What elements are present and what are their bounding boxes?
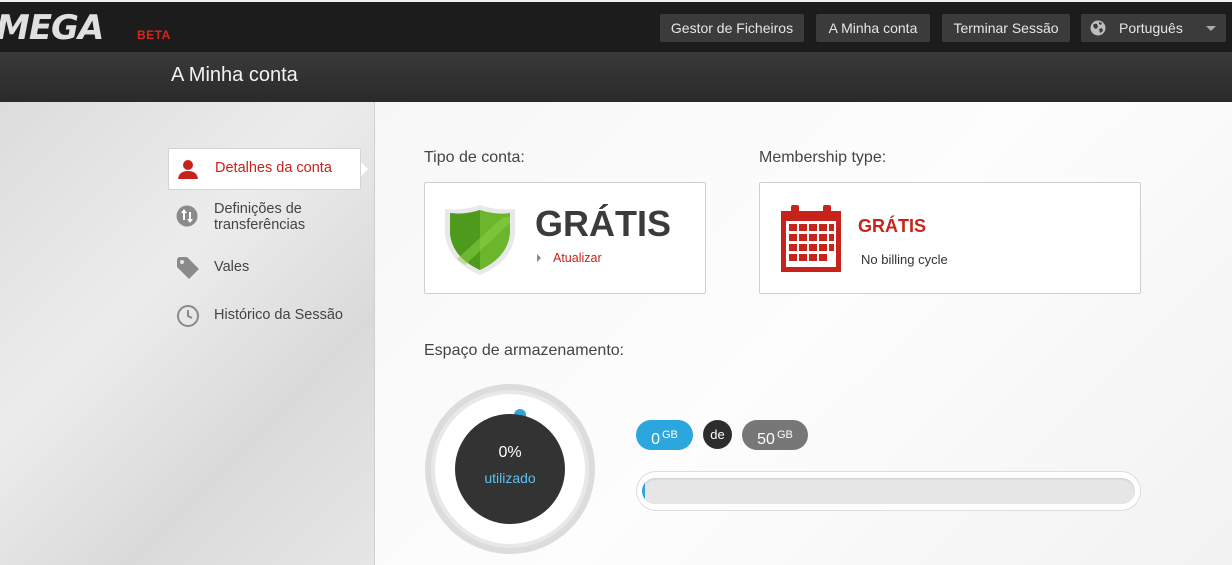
membership-type-card: GRÁTIS No billing cycle <box>759 182 1141 294</box>
clock-icon <box>177 305 199 327</box>
globe-icon <box>1090 20 1106 36</box>
account-sidebar: Detalhes da conta Definições de transfer… <box>0 102 375 565</box>
account-type-value: GRÁTIS <box>535 203 672 244</box>
total-space-value: 50 <box>757 431 775 448</box>
account-type-card: GRÁTIS Atualizar <box>424 182 706 294</box>
total-space-unit: GB <box>776 429 793 441</box>
chevron-down-icon <box>1206 26 1216 31</box>
tag-icon <box>177 257 199 279</box>
beta-badge: BETA <box>137 28 171 42</box>
progress-fill <box>642 478 645 504</box>
sidebar-item-label: Histórico da Sessão <box>214 307 343 323</box>
sidebar-item-vouchers[interactable]: Vales <box>168 256 359 280</box>
top-navigation-bar: MEGA BETA Gestor de Ficheiros A Minha co… <box>0 0 1232 52</box>
sidebar-item-label: Vales <box>214 259 250 275</box>
page-title: A Minha conta <box>171 64 298 86</box>
sidebar-item-transfer-settings[interactable]: Definições de transferências <box>168 200 359 240</box>
storage-used-caption: utilizado <box>484 470 536 486</box>
membership-type-label: Membership type: <box>759 149 887 166</box>
logout-button[interactable]: Terminar Sessão <box>942 14 1070 42</box>
of-separator: de <box>703 420 732 449</box>
used-space-badge: 0 GB <box>636 420 693 450</box>
user-icon <box>178 160 198 179</box>
used-space-value: 0 <box>651 431 660 448</box>
my-account-button[interactable]: A Minha conta <box>816 14 930 42</box>
upgrade-link-label: Atualizar <box>553 251 602 265</box>
language-label: Português <box>1119 20 1183 36</box>
sidebar-item-label: Definições de transferências <box>214 201 306 233</box>
membership-type-value: GRÁTIS <box>858 216 927 236</box>
sidebar-item-label: Detalhes da conta <box>215 160 332 176</box>
account-details-panel: Tipo de conta: Membership type: GRÁTIS A… <box>375 102 1232 565</box>
page-header: A Minha conta <box>0 52 1232 102</box>
storage-space-label: Espaço de armazenamento: <box>424 342 625 359</box>
dial-ring: 0% utilizado <box>435 394 585 544</box>
shield-icon <box>445 205 515 275</box>
sidebar-item-account-details[interactable]: Detalhes da conta <box>168 148 368 190</box>
storage-usage-dial: 0% utilizado <box>425 384 595 554</box>
sidebar-item-session-history[interactable]: Histórico da Sessão <box>168 304 359 328</box>
storage-progress-bar <box>637 472 1140 510</box>
transfer-arrows-icon <box>176 205 198 227</box>
mega-logo[interactable]: MEGA <box>0 8 104 48</box>
used-space-unit: GB <box>662 429 678 441</box>
billing-cycle-text: No billing cycle <box>861 252 948 267</box>
progress-track <box>642 478 1135 504</box>
calendar-icon <box>781 205 841 272</box>
language-selector[interactable]: Português <box>1081 14 1226 42</box>
caret-right-icon <box>537 254 541 262</box>
storage-percent: 0% <box>498 444 522 461</box>
account-type-label: Tipo de conta: <box>424 149 525 166</box>
total-space-badge: 50 GB <box>742 420 808 450</box>
dial-center: 0% utilizado <box>455 414 565 524</box>
file-manager-button[interactable]: Gestor de Ficheiros <box>660 14 804 42</box>
